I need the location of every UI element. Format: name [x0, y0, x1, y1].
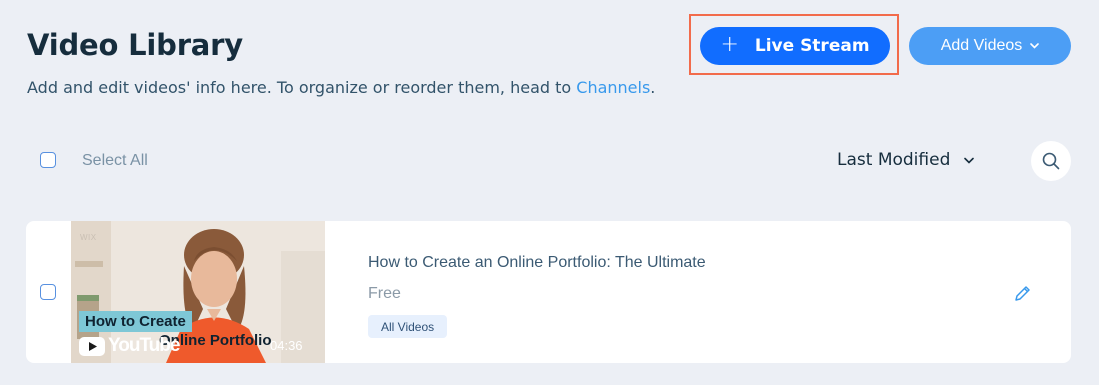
thumbnail-overlay-line1: How to Create: [79, 311, 192, 332]
plus-icon: +: [720, 32, 739, 57]
sort-dropdown[interactable]: Last Modified: [837, 150, 975, 170]
video-checkbox[interactable]: [40, 284, 56, 300]
select-all-label: Select All: [82, 152, 148, 169]
page-title: Video Library: [27, 28, 243, 62]
video-thumbnail[interactable]: WIX How to Create Online Portfolio YouTu…: [71, 221, 325, 363]
chevron-down-icon: [964, 157, 975, 164]
youtube-logo: YouTube: [79, 335, 180, 357]
live-stream-button[interactable]: + Live Stream: [700, 27, 890, 65]
live-stream-label: Live Stream: [754, 36, 870, 56]
select-all-checkbox[interactable]: [40, 152, 56, 168]
page-subtitle: Add and edit videos' info here. To organ…: [27, 78, 655, 97]
search-icon: [1042, 152, 1060, 170]
subtitle-end: .: [650, 78, 656, 97]
video-title[interactable]: How to Create an Online Portfolio: The U…: [368, 254, 706, 272]
channels-link[interactable]: Channels: [576, 78, 650, 97]
video-duration: 04:36: [270, 338, 303, 353]
youtube-play-icon: [79, 336, 105, 356]
subtitle-text: Add and edit videos' info here. To organ…: [27, 78, 577, 97]
sort-label: Last Modified: [837, 150, 951, 170]
add-videos-button[interactable]: Add Videos: [909, 27, 1071, 65]
channel-tag: All Videos: [368, 315, 448, 338]
edit-button[interactable]: [1012, 283, 1034, 305]
add-videos-label: Add Videos: [940, 37, 1023, 54]
video-price: Free: [368, 285, 401, 302]
thumbnail-watermark: WIX: [80, 233, 97, 242]
chevron-down-icon: [1030, 43, 1040, 49]
search-button[interactable]: [1031, 141, 1071, 181]
pencil-icon: [1015, 286, 1030, 301]
youtube-brand: YouTube: [108, 335, 180, 356]
